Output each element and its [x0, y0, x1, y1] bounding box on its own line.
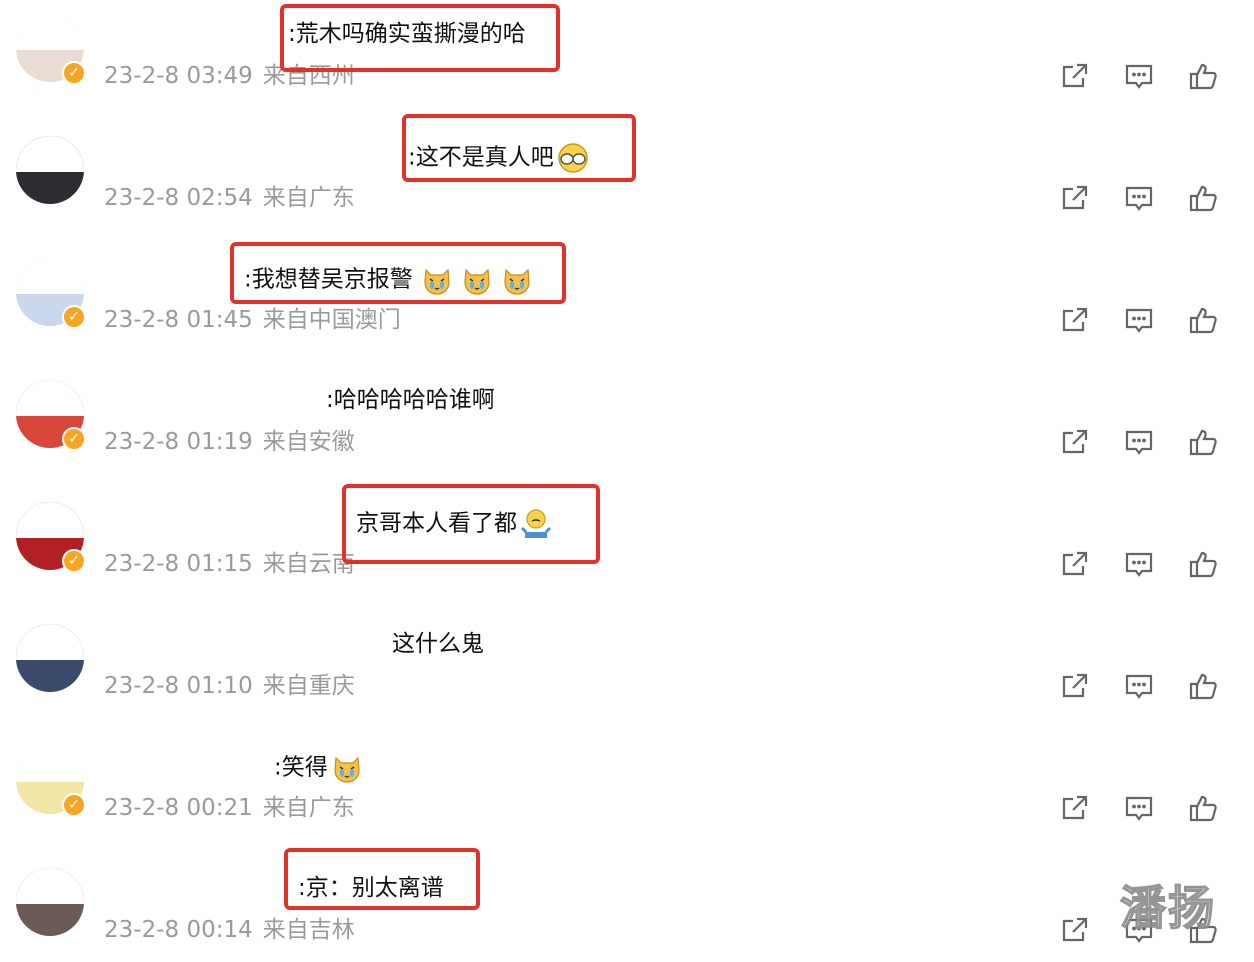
- watermark: 潘扬: [1119, 880, 1216, 936]
- comment-meta: 23-2-8 02:54 来自广东: [104, 184, 355, 212]
- comment-time: 23-2-8 00:14: [104, 917, 253, 943]
- thumbs-up-icon: [1187, 182, 1219, 214]
- reply-button[interactable]: [1123, 548, 1155, 580]
- share-button[interactable]: [1059, 670, 1091, 702]
- like-button[interactable]: [1187, 182, 1219, 214]
- comment-icon: [1123, 670, 1155, 702]
- reply-button[interactable]: [1123, 304, 1155, 336]
- highlight-box: [342, 484, 600, 564]
- thumbs-up-icon: [1187, 670, 1219, 702]
- comment-time: 23-2-8 01:19: [104, 429, 253, 455]
- comment-list: ✓:荒木吗确实蛮撕漫的哈 23-2-8 03:49 来自西州:这不是真人吧 23-2-…: [0, 0, 1254, 962]
- avatar[interactable]: [16, 136, 84, 204]
- highlight-box: [402, 114, 636, 182]
- comment-text: :哈哈哈哈哈谁啊: [326, 386, 495, 414]
- share-icon: [1059, 426, 1091, 458]
- comment-location: 来自吉林: [262, 917, 355, 943]
- avatar[interactable]: [16, 868, 84, 936]
- like-button[interactable]: [1187, 304, 1219, 336]
- verified-badge-icon: ✓: [62, 549, 86, 573]
- highlight-box: [230, 242, 566, 304]
- comment-row: 这什么鬼 23-2-8 01:10 来自重庆: [0, 610, 1254, 732]
- comment-icon: [1123, 182, 1155, 214]
- comment-row: ✓:荒木吗确实蛮撕漫的哈 23-2-8 03:49 来自西州: [0, 0, 1254, 122]
- share-button[interactable]: [1059, 182, 1091, 214]
- like-button[interactable]: [1187, 792, 1219, 824]
- highlight-box: [284, 848, 480, 910]
- comment-location: 来自中国澳门: [262, 307, 401, 333]
- share-icon: [1059, 792, 1091, 824]
- like-button[interactable]: [1187, 60, 1219, 92]
- reply-button[interactable]: [1123, 182, 1155, 214]
- comment-location: 来自云南: [262, 551, 355, 577]
- like-button[interactable]: [1187, 426, 1219, 458]
- verified-badge-icon: ✓: [62, 427, 86, 451]
- share-button[interactable]: [1059, 60, 1091, 92]
- comment-text: :笑得: [274, 752, 363, 784]
- comment-location: 来自广东: [262, 185, 355, 211]
- comment-time: 23-2-8 00:21: [104, 795, 253, 821]
- share-icon: [1059, 548, 1091, 580]
- share-button[interactable]: [1059, 914, 1091, 946]
- comment-time: 23-2-8 02:54: [104, 185, 253, 211]
- crying-dog-emoji: [331, 752, 363, 784]
- comment-time: 23-2-8 01:45: [104, 307, 253, 333]
- thumbs-up-icon: [1187, 60, 1219, 92]
- comment-row: ✓ :哈哈哈哈哈谁啊 23-2-8 01:19 来自安徽: [0, 366, 1254, 488]
- thumbs-up-icon: [1187, 548, 1219, 580]
- comment-text-content: 这什么鬼: [392, 631, 484, 657]
- share-icon: [1059, 670, 1091, 702]
- share-icon: [1059, 304, 1091, 336]
- verified-badge-icon: ✓: [62, 61, 86, 85]
- comment-meta: 23-2-8 00:21 来自广东: [104, 794, 355, 822]
- comment-icon: [1123, 426, 1155, 458]
- comment-text-content: :哈哈哈哈哈谁啊: [326, 387, 495, 413]
- comment-meta: 23-2-8 00:14 来自吉林: [104, 916, 355, 944]
- comment-row: ✓ 京哥本人看了都 23-2-8 01:15 来自云南: [0, 488, 1254, 610]
- comment-row: ✓:我想替吴京报警 23-2-8 01:45 来自中国澳门: [0, 244, 1254, 366]
- verified-badge-icon: ✓: [62, 793, 86, 817]
- thumbs-up-icon: [1187, 426, 1219, 458]
- highlight-box: [280, 4, 560, 72]
- comment-location: 来自广东: [262, 795, 355, 821]
- share-icon: [1059, 60, 1091, 92]
- comment-meta: 23-2-8 01:45 来自中国澳门: [104, 306, 401, 334]
- comment-row: ✓ :笑得 23-2-8 00:21 来自广东: [0, 732, 1254, 854]
- reply-button[interactable]: [1123, 426, 1155, 458]
- share-button[interactable]: [1059, 426, 1091, 458]
- comment-icon: [1123, 60, 1155, 92]
- comment-meta: 23-2-8 01:10 来自重庆: [104, 672, 355, 700]
- comment-text-content: :笑得: [274, 754, 328, 781]
- comment-time: 23-2-8 01:10: [104, 673, 253, 699]
- share-button[interactable]: [1059, 792, 1091, 824]
- like-button[interactable]: [1187, 548, 1219, 580]
- share-button[interactable]: [1059, 304, 1091, 336]
- avatar[interactable]: [16, 624, 84, 692]
- comment-meta: 23-2-8 01:15 来自云南: [104, 550, 355, 578]
- comment-meta: 23-2-8 01:19 来自安徽: [104, 428, 355, 456]
- thumbs-up-icon: [1187, 304, 1219, 336]
- thumbs-up-icon: [1187, 792, 1219, 824]
- comment-icon: [1123, 792, 1155, 824]
- share-icon: [1059, 914, 1091, 946]
- reply-button[interactable]: [1123, 792, 1155, 824]
- like-button[interactable]: [1187, 670, 1219, 702]
- verified-badge-icon: ✓: [62, 305, 86, 329]
- comment-text: 这什么鬼: [392, 630, 484, 658]
- comment-icon: [1123, 304, 1155, 336]
- comment-location: 来自安徽: [262, 429, 355, 455]
- comment-icon: [1123, 548, 1155, 580]
- share-icon: [1059, 182, 1091, 214]
- comment-row: :京：别太离谱 23-2-8 00:14 来自吉林: [0, 854, 1254, 962]
- comment-location: 来自重庆: [262, 673, 355, 699]
- reply-button[interactable]: [1123, 670, 1155, 702]
- comment-time: 23-2-8 01:15: [104, 551, 253, 577]
- reply-button[interactable]: [1123, 60, 1155, 92]
- comment-time: 23-2-8 03:49: [104, 63, 253, 89]
- share-button[interactable]: [1059, 548, 1091, 580]
